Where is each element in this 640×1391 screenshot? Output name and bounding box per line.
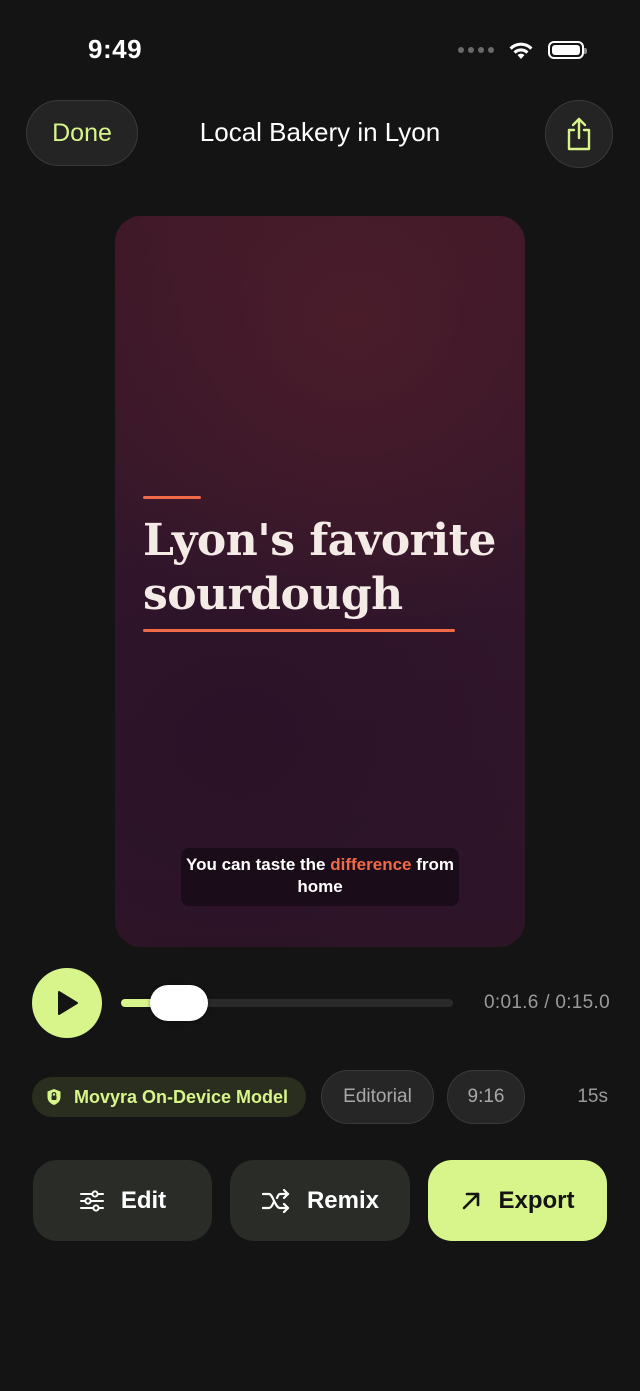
preview-caption: You can taste the difference from home [181,848,459,906]
share-icon [567,117,591,151]
model-badge: Movyra On-Device Model [32,1077,306,1117]
preview-headline: Lyon's favorite sourdough [143,515,496,620]
remix-button-label: Remix [306,1186,380,1214]
headline-accent-line [143,496,201,499]
sliders-icon [79,1189,104,1212]
scrubber-handle[interactable] [150,985,208,1021]
video-preview[interactable]: Lyon's favorite sourdough You can taste … [115,216,525,947]
edit-button[interactable]: Edit [33,1160,212,1241]
shuffle-icon [261,1188,290,1213]
play-button[interactable] [32,968,102,1038]
export-button[interactable]: Export [428,1160,607,1241]
aspect-ratio-chip[interactable]: 9:16 [447,1070,525,1124]
duration-label: 15s [577,1086,608,1107]
video-preview-screen: 9:49 Done Local Bakery in Lyon Lyon's fa… [0,0,640,1391]
lock-shield-icon [47,1089,61,1105]
caption-highlight: difference [330,855,412,874]
edit-button-label: Edit [120,1186,167,1214]
style-chip[interactable]: Editorial [321,1070,434,1124]
status-icons [458,40,587,60]
battery-icon [548,41,587,59]
cellular-signal-icon [458,47,494,53]
export-button-label: Export [498,1186,575,1214]
play-icon [58,991,78,1015]
caption-text: You can taste the [186,855,331,874]
headline-underline [143,629,455,632]
arrow-up-right-icon [463,1192,480,1209]
time-readout: 0:01.6 / 0:15.0 [484,992,610,1013]
page-title: Local Bakery in Lyon [199,117,441,147]
share-button[interactable] [545,100,613,168]
done-button[interactable]: Done [26,100,138,166]
wifi-icon [509,42,533,59]
remix-button[interactable]: Remix [230,1160,410,1241]
model-badge-label: Movyra On-Device Model [74,1086,289,1107]
status-time: 9:49 [88,34,143,64]
